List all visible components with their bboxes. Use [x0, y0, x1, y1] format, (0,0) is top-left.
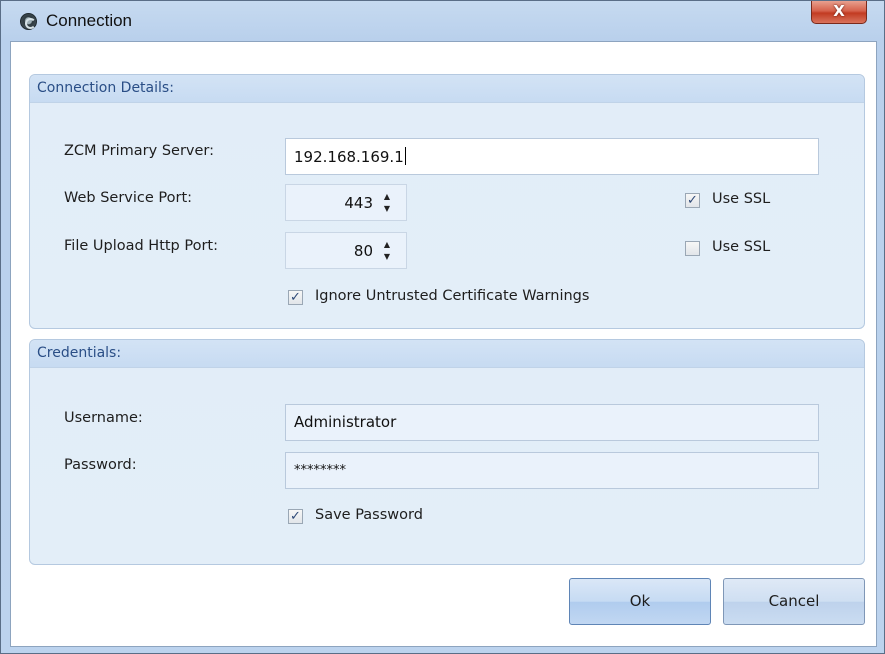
web-port-arrows: ▲ ▼: [382, 191, 392, 215]
use-ssl-upload-label: Use SSL: [712, 239, 771, 255]
username-label: Username:: [64, 410, 143, 426]
ok-button[interactable]: Ok: [569, 578, 711, 625]
text-caret: [404, 147, 406, 165]
password-label: Password:: [64, 457, 137, 473]
spin-down-icon[interactable]: ▼: [382, 203, 392, 215]
web-port-value: 443: [344, 194, 373, 212]
use-ssl-upload-checkbox[interactable]: [685, 241, 700, 256]
credentials-header: Credentials:: [30, 340, 864, 368]
spin-up-icon[interactable]: ▲: [382, 191, 392, 203]
connection-dialog: Connection X Connection Details: ZCM Pri…: [0, 0, 885, 654]
primary-server-label: ZCM Primary Server:: [64, 143, 214, 159]
primary-server-value: 192.168.169.1: [294, 148, 404, 166]
upload-port-value: 80: [353, 242, 373, 260]
web-port-label: Web Service Port:: [64, 190, 193, 206]
username-field[interactable]: Administrator: [285, 404, 819, 441]
spin-down-icon[interactable]: ▼: [382, 251, 392, 263]
spin-up-icon[interactable]: ▲: [382, 239, 392, 251]
window-title: Connection: [46, 11, 133, 30]
app-logo-icon: [20, 13, 37, 30]
use-ssl-web-label: Use SSL: [712, 191, 771, 207]
ignore-cert-checkbox[interactable]: ✓: [288, 290, 303, 305]
use-ssl-web-checkbox[interactable]: ✓: [685, 193, 700, 208]
title-bar[interactable]: Connection: [1, 1, 884, 41]
cancel-button[interactable]: Cancel: [723, 578, 865, 625]
primary-server-input[interactable]: 192.168.169.1: [285, 138, 819, 175]
upload-port-arrows: ▲ ▼: [382, 239, 392, 263]
connection-details-header: Connection Details:: [30, 75, 864, 103]
save-password-checkbox[interactable]: ✓: [288, 509, 303, 524]
password-field[interactable]: ********: [285, 452, 819, 489]
close-button[interactable]: X: [811, 1, 867, 24]
save-password-label: Save Password: [315, 507, 423, 523]
upload-port-label: File Upload Http Port:: [64, 238, 219, 254]
web-port-stepper[interactable]: 443 ▲ ▼: [285, 184, 407, 221]
upload-port-stepper[interactable]: 80 ▲ ▼: [285, 232, 407, 269]
ignore-cert-label: Ignore Untrusted Certificate Warnings: [315, 288, 590, 304]
